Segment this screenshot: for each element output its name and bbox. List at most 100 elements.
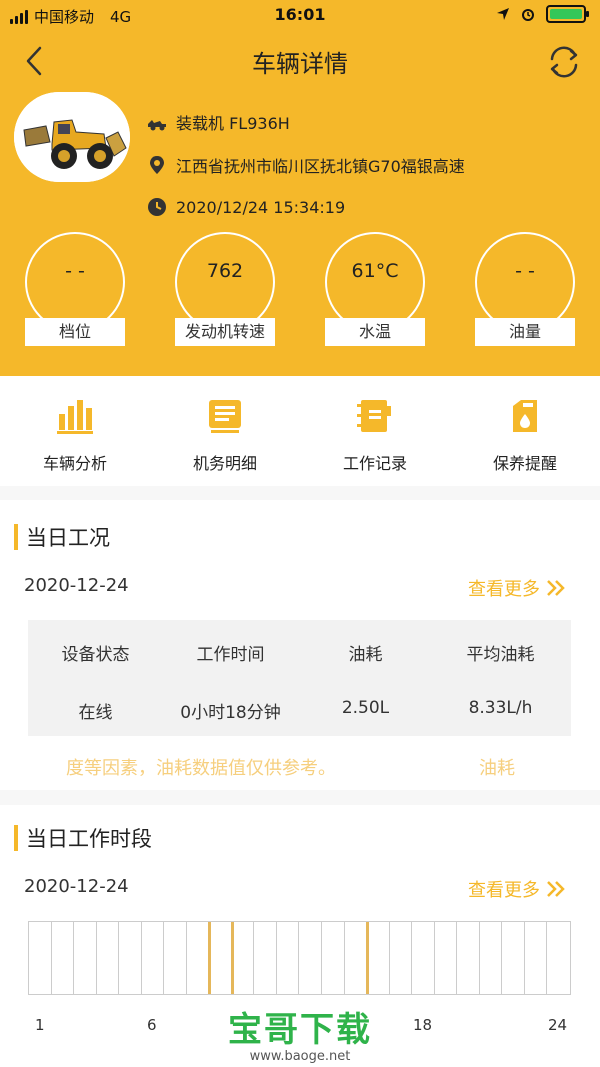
fuel-notice-marquee: 度等因素，油耗数据值仅供参考。 油耗 bbox=[0, 752, 600, 782]
location-pin-icon bbox=[150, 156, 164, 174]
maintenance-detail-button[interactable]: 机务明细 bbox=[150, 396, 300, 474]
vehicle-time-row: 2020/12/24 15:34:19 bbox=[146, 197, 345, 217]
timeline-tick: 18 bbox=[413, 1016, 433, 1034]
vehicle-type: 装载机 FL936H bbox=[176, 114, 290, 133]
gauge-water-temp: 61°C 水温 bbox=[325, 232, 425, 350]
section-title-daily-status: 当日工况 bbox=[14, 522, 110, 552]
daily-status-date: 2020-12-24 bbox=[24, 575, 129, 596]
gauge-label: 发动机转速 bbox=[175, 318, 275, 346]
vehicle-location-row: 江西省抚州市临川区抚北镇G70福银高速 bbox=[146, 153, 465, 177]
section-title-text: 当日工况 bbox=[26, 526, 110, 550]
vehicle-location: 江西省抚州市临川区抚北镇G70福银高速 bbox=[176, 157, 465, 176]
timeline-tick: 24 bbox=[548, 1016, 568, 1034]
watermark-main: 宝哥下载 bbox=[228, 1010, 372, 1050]
timeline-hour-slot bbox=[97, 922, 120, 994]
quick-label: 机务明细 bbox=[192, 454, 257, 473]
timeline-active-mark bbox=[230, 922, 234, 994]
timeline-hour-slot bbox=[142, 922, 165, 994]
timeline-hour-slot bbox=[457, 922, 480, 994]
timeline-hour-slot bbox=[74, 922, 97, 994]
timeline-hour-slot bbox=[164, 922, 187, 994]
daily-periods-date: 2020-12-24 bbox=[24, 876, 129, 897]
quick-label: 车辆分析 bbox=[42, 454, 107, 473]
status-bar: 中国移动 4G 16:01 bbox=[0, 0, 600, 32]
notice-text: 度等因素，油耗数据值仅供参考。 bbox=[66, 758, 336, 779]
gauge-gear: - - 档位 bbox=[25, 232, 125, 350]
watermark-logo: 宝哥下载 www.baoge.net bbox=[220, 1002, 380, 1064]
timeline-hour-slot bbox=[367, 922, 390, 994]
refresh-button[interactable] bbox=[545, 44, 583, 80]
table-header: 油耗 bbox=[348, 645, 383, 665]
gauge-label: 油量 bbox=[475, 318, 575, 346]
timeline-hour-slot bbox=[52, 922, 75, 994]
gauge-value: - - bbox=[515, 260, 535, 282]
timeline-active-mark bbox=[208, 922, 212, 994]
table-header: 平均油耗 bbox=[466, 645, 535, 665]
vehicle-image bbox=[14, 92, 130, 182]
gauge-value: 61°C bbox=[351, 260, 399, 282]
timeline-hour-slot bbox=[480, 922, 503, 994]
table-header: 设备状态 bbox=[61, 645, 130, 665]
daily-periods-more-link[interactable]: 查看更多 bbox=[468, 876, 566, 902]
gauge-label: 水温 bbox=[325, 318, 425, 346]
vehicle-analysis-button[interactable]: 车辆分析 bbox=[0, 396, 150, 474]
double-chevron-right-icon bbox=[547, 881, 565, 897]
gauge-engine-speed: 762 发动机转速 bbox=[175, 232, 275, 350]
timeline-hour-slot bbox=[29, 922, 52, 994]
alarm-icon bbox=[522, 9, 534, 21]
gauge-value: 762 bbox=[206, 260, 244, 282]
table-header: 工作时间 bbox=[196, 645, 265, 665]
daily-status-table: 设备状态 工作时间 油耗 平均油耗 在线 0小时18分钟 2.50L 8.33L… bbox=[28, 620, 571, 736]
timeline-hour-slot bbox=[232, 922, 255, 994]
table-cell: 在线 bbox=[78, 703, 113, 723]
timeline-hour-slot bbox=[345, 922, 368, 994]
section-title-daily-periods: 当日工作时段 bbox=[14, 823, 152, 853]
timeline-hour-slot bbox=[390, 922, 413, 994]
gauge-value: - - bbox=[65, 260, 85, 282]
section-title-text: 当日工作时段 bbox=[26, 827, 152, 851]
timeline-hour-slot bbox=[277, 922, 300, 994]
more-label: 查看更多 bbox=[468, 880, 540, 901]
header: 中国移动 4G 16:01 车辆详情 装载机 FL936H 江西省抚州市临川区抚… bbox=[0, 0, 600, 376]
timeline-hour-slot bbox=[300, 922, 323, 994]
timeline-hour-slot bbox=[322, 922, 345, 994]
timeline-hour-slot bbox=[187, 922, 210, 994]
daily-status-more-link[interactable]: 查看更多 bbox=[468, 575, 566, 601]
clipboard-icon bbox=[209, 400, 241, 433]
bar-chart-icon bbox=[57, 400, 93, 434]
vehicle-datetime: 2020/12/24 15:34:19 bbox=[176, 197, 346, 217]
timeline-hour-slot bbox=[119, 922, 142, 994]
notice-text-tail: 油耗 bbox=[479, 758, 515, 779]
notebook-icon bbox=[357, 400, 391, 432]
gauge-fuel: - - 油量 bbox=[475, 232, 575, 350]
page-title: 车辆详情 bbox=[252, 50, 348, 78]
work-record-button[interactable]: 工作记录 bbox=[300, 396, 450, 474]
table-cell: 2.50L bbox=[341, 698, 390, 718]
watermark-url: www.baoge.net bbox=[249, 1049, 351, 1064]
clock-icon bbox=[148, 198, 166, 216]
timeline-hour-slot bbox=[502, 922, 525, 994]
quick-label: 工作记录 bbox=[342, 454, 407, 473]
timeline-hour-slot bbox=[412, 922, 435, 994]
quick-actions: 车辆分析 机务明细 工作记录 保养提醒 bbox=[0, 376, 600, 486]
quick-label: 保养提醒 bbox=[492, 454, 557, 473]
maintenance-reminder-button[interactable]: 保养提醒 bbox=[450, 396, 600, 474]
timeline-hour-slot bbox=[254, 922, 277, 994]
timeline-hour-slot bbox=[525, 922, 548, 994]
table-cell: 0小时18分钟 bbox=[180, 703, 281, 723]
work-period-timeline bbox=[28, 921, 571, 995]
timeline-active-mark bbox=[366, 922, 370, 994]
timeline-tick: 6 bbox=[147, 1016, 157, 1034]
loader-icon bbox=[148, 120, 166, 131]
timeline-hour-slot bbox=[435, 922, 458, 994]
timeline-hour-slot bbox=[209, 922, 232, 994]
gauge-label: 档位 bbox=[25, 318, 125, 346]
battery-icon bbox=[546, 5, 589, 23]
fuel-can-icon bbox=[513, 400, 537, 432]
timeline-tick: 1 bbox=[35, 1016, 45, 1034]
vehicle-type-row: 装载机 FL936H bbox=[146, 110, 290, 134]
location-arrow-icon bbox=[497, 8, 509, 20]
timeline-hour-slot bbox=[547, 922, 570, 994]
double-chevron-right-icon bbox=[547, 580, 565, 596]
more-label: 查看更多 bbox=[468, 579, 540, 600]
